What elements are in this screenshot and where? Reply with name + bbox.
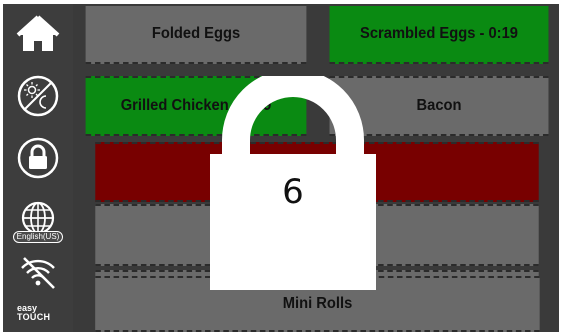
brand-line2: TOUCH: [17, 312, 51, 322]
lock-overlay[interactable]: 6: [210, 76, 376, 290]
language-button[interactable]: English(US): [3, 196, 73, 248]
wifi-button[interactable]: [3, 252, 73, 292]
language-label: English(US): [12, 231, 64, 243]
sidebar: English(US) easy TOUCH: [3, 4, 73, 332]
day-night-button[interactable]: [3, 72, 73, 120]
lock-icon: [17, 137, 59, 179]
globe-icon: [21, 201, 55, 235]
tile-folded-eggs[interactable]: Folded Eggs: [85, 6, 307, 64]
home-button[interactable]: [3, 8, 73, 60]
wifi-off-icon: [21, 257, 55, 289]
lock-countdown: 6: [282, 172, 304, 212]
tile-label: Mini Rolls: [282, 295, 353, 312]
tile-label: Bacon: [416, 97, 462, 114]
lock-button[interactable]: [3, 134, 73, 182]
brand-logo: easy TOUCH: [3, 298, 73, 328]
tile-label: Scrambled Eggs - 0:19: [360, 25, 518, 42]
screen: English(US) easy TOUCH Folded Eggs Scram…: [3, 4, 559, 332]
tile-label: Folded Eggs: [151, 25, 241, 42]
home-icon: [16, 15, 60, 51]
day-night-icon: [17, 75, 59, 117]
tile-scrambled-eggs[interactable]: Scrambled Eggs - 0:19: [329, 6, 549, 64]
